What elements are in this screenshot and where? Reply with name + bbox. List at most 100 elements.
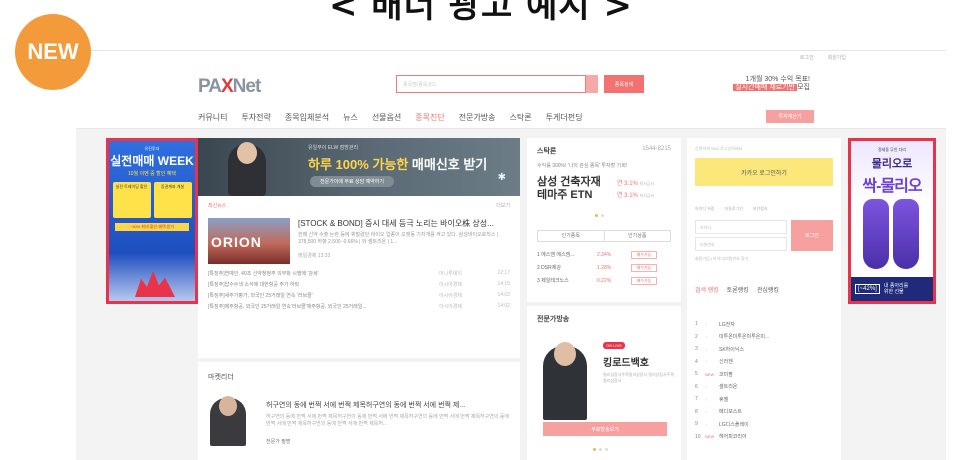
live-badge: ON LIVE — [603, 342, 625, 349]
tab-discussion-ranking[interactable]: 토론랭킹 — [727, 285, 749, 294]
id-field[interactable]: 아이디 — [695, 220, 787, 234]
section-title: 마켓리더 — [208, 374, 234, 381]
ranking-item[interactable]: 8 ↑ 메디포스트 — [695, 406, 833, 419]
login-button[interactable]: 로그인 — [791, 220, 833, 251]
hero-banner[interactable]: 유일무이 ELW 점방관리 하루 100% 가능한 매매신호 받기 전문가이에 … — [198, 138, 520, 196]
hero-button[interactable]: 전문가이에 무료 상담 예약하기 — [310, 176, 394, 187]
auto-login-checkbox[interactable]: 자동로그인 — [725, 206, 743, 212]
stock-tabs: 인기종목 인기상품 — [537, 230, 671, 242]
column-author: 전문가 필명 — [266, 439, 291, 445]
ranking-item[interactable]: 1 ↑ LG전자 — [695, 318, 833, 331]
rank-stock-name[interactable]: 신라젠 — [719, 358, 833, 365]
rank-stock-name[interactable]: 코미팜 — [719, 371, 833, 378]
password-field[interactable]: 비밀번호 — [695, 237, 787, 251]
news-row[interactable]: [특징주]연예인, 40조 신약청정주 의무화 시행에 '강세' 머니투데이 12:… — [208, 270, 510, 281]
save-id-checkbox[interactable]: 아이디 저장 — [695, 206, 715, 212]
ranking-item[interactable]: 10 NEW 헤어피코리아 — [695, 431, 833, 444]
stock-status-badge[interactable]: 매수가능 — [631, 276, 657, 285]
news-row[interactable]: [특징주]압수수색 소식에 대한항공 주가 하락 아시아경제 14:15 — [208, 281, 510, 292]
tab-interest-ranking[interactable]: 관심랭킹 — [757, 285, 779, 294]
news-row-title[interactable]: [특징주]압수수색 소식에 대한항공 주가 하락 — [208, 281, 426, 292]
tab-popular-stocks[interactable]: 인기종목 — [538, 231, 605, 241]
column-desc: 허구연의 동에 번쩍 서에 번쩍 제목허구연의 동에 번쩍 서에 번쩍 제목허구… — [266, 414, 510, 427]
rank-number: 6 — [695, 383, 698, 390]
panel-title: 스탁론 — [537, 148, 557, 155]
stock-name[interactable]: 2 DSR제강 — [537, 264, 597, 271]
rank-stock-name[interactable]: SK하이닉스 — [719, 346, 833, 353]
phone-number: 1544-8215 — [642, 146, 671, 152]
ad-left-brand: 유진투자 — [144, 146, 160, 151]
stock-status-badge[interactable]: 매수가능 — [631, 250, 657, 259]
news-more-link[interactable]: 더보기 — [496, 202, 510, 209]
ranking-item[interactable]: 3 ↑ SK하이닉스 — [695, 343, 833, 356]
rank-stock-name[interactable]: LG디스플레이 — [719, 421, 833, 428]
thumbnail-text: ORION — [211, 234, 262, 250]
stock-note: 수익률 300%! '나의 관심 종목' 투자할 기회! — [537, 163, 628, 169]
join-links[interactable]: 회원가입 | 아이디/비밀번호 찾기 — [695, 256, 748, 262]
stock-name[interactable]: 1 에스엠 에스엠... — [537, 251, 597, 258]
carousel-dots[interactable] — [595, 214, 604, 217]
rank-change-icon: ↑ — [705, 334, 707, 340]
ranking-list: 1 ↑ LG전자 2 ↑ 미투온미투온미투온미... 3 ↑ SK하이닉스 4 ↑ 신라젠 5 NEW 코미… — [687, 312, 841, 460]
broadcaster-name[interactable]: 킹로드백호 — [603, 354, 649, 369]
rank-stock-name[interactable]: LG전자 — [719, 321, 833, 328]
stock-list-item[interactable]: 2 DSR제강 1.28% 매수가능 — [537, 261, 671, 274]
featured-headline[interactable]: [STOCK & BOND] 증시 대세 등극 노리는 바이오株 상성... — [298, 218, 494, 229]
stock-rate: 0.22% — [597, 277, 612, 284]
login-note: 간편하게 SNS 로그인하세요 — [695, 146, 743, 151]
column-headline[interactable]: 허구연의 동에 번쩍 서에 번쩍 제목허구연의 동에 번쩍 서에 번쩍 제... — [266, 400, 465, 410]
stock-status-badge[interactable]: 매수가능 — [631, 263, 657, 272]
secure-login-checkbox[interactable]: 보안접속 — [753, 206, 768, 212]
stock-list-item[interactable]: 1 에스엠 에스엠... 2.34% 매수가능 — [537, 248, 671, 261]
left-banner-ad[interactable]: 유진투자 실전매매 WEEK 10월 이벤 중 할인 혜택 실전 트레이딩 할인… — [106, 138, 198, 304]
ranking-item[interactable]: 2 ↑ 미투온미투온미투온미... — [695, 331, 833, 344]
rank-stock-name[interactable]: 미투온미투온미투온미... — [719, 333, 833, 340]
market-leader-section: 마켓리더 허구연의 동에 번쩍 서에 번쩍 제목허구연의 동에 번쩍 서에 번쩍… — [198, 362, 520, 460]
news-row-title[interactable]: [특징주]제주항공, 외국인 25거래일 연속'러브콜'제주항공, 외국인 25… — [208, 303, 426, 314]
ad-left-title: 실전매매 WEEK — [110, 154, 194, 168]
login-panel: 간편하게 SNS 로그인하세요 카카오 로그인하기 아이디 저장 자동로그인 보… — [687, 138, 841, 338]
rank-number: 1 — [695, 321, 698, 328]
ranking-item[interactable]: 7 ↑ 휴젤 — [695, 393, 833, 406]
hero-title: 하루 100% 가능한 매매신호 받기 — [308, 154, 487, 173]
hero-subtitle: 유일무이 ELW 점방관리 — [308, 145, 359, 151]
stock-name[interactable]: 3 제일테크노스 — [537, 277, 597, 284]
kakao-login-button[interactable]: 카카오 로그인하기 — [695, 158, 833, 186]
ranking-item[interactable]: 5 NEW 코미팜 — [695, 368, 833, 381]
carousel-dots[interactable] — [593, 448, 608, 451]
stock-list-item[interactable]: 3 제일테크노스 0.22% 매수가능 — [537, 274, 671, 287]
rank-number: 5 — [695, 371, 698, 378]
tab-popular-products[interactable]: 인기상품 — [605, 231, 671, 241]
rank-stock-name[interactable]: 셀트리온 — [719, 383, 833, 390]
ad-left-banner: ~30% 최대 할인 혜택 받기 — [115, 223, 189, 231]
ranking-item[interactable]: 9 ↑ LG디스플레이 — [695, 418, 833, 431]
news-row-source: 머니투데이 — [439, 271, 463, 277]
rank-stock-name[interactable]: 메디포스트 — [719, 408, 833, 415]
expert-photo — [210, 396, 246, 446]
rank-stock-name[interactable]: 헤어피코리아 — [719, 433, 833, 440]
ad-right-line1: 정세동 무인 다리 — [878, 147, 906, 152]
rank-stock-name[interactable]: 휴젤 — [719, 396, 833, 403]
news-row-title[interactable]: [특징주]새주가평가, 외국인 25거래일 연속 '러브콜' — [208, 292, 426, 303]
watch-button[interactable]: 무료방송보기 — [543, 422, 667, 436]
tab-search-ranking[interactable]: 검색 랭킹 — [695, 285, 719, 294]
tab-latest-news[interactable]: 최신뉴스 — [208, 202, 226, 209]
news-row[interactable]: [특징주]새주가평가, 외국인 25거래일 연속 '러브콜' 아시아경제 14:02 — [208, 292, 510, 303]
news-row-time: 14:02 — [497, 292, 510, 298]
right-banner-ad[interactable]: 정세동 무인 다리 물리오로 싹-물리오 [~42%] 내 종아리를 위한 선물 — [848, 138, 936, 304]
news-list: [특징주]연예인, 40조 신약청정주 의무화 시행에 '강세' 머니투데이 12:… — [198, 264, 520, 314]
ranking-item[interactable]: 4 ↑ 신라젠 — [695, 356, 833, 369]
rank-change-icon: ↑ — [705, 359, 707, 365]
broadcast-panel: 전문가방송 ON LIVE 킹로드백호 릴리상장사주목릴리상장사 릴리상장사주목… — [527, 306, 681, 460]
news-row[interactable]: [특징주]제주항공, 외국인 25거래일 연속'러브콜'제주항공, 외국인 25… — [208, 303, 510, 314]
news-row-title[interactable]: [특징주]연예인, 40조 신약청정주 의무화 시행에 '강세' — [208, 270, 426, 281]
product-name[interactable]: 삼성 건축자재 테마주 ETN — [537, 176, 607, 202]
news-row-source: 아시아경제 — [439, 282, 463, 288]
rank-change-icon: ↓ — [705, 384, 707, 390]
rate-value: 연 3.1% — [617, 181, 638, 187]
ranking-item[interactable]: 6 ↓ 셀트리온 — [695, 381, 833, 394]
broadcaster-desc: 릴리상장사주목릴리상장사 릴리상장사주목릴리상장사 — [603, 372, 675, 383]
featured-news[interactable]: ORION [STOCK & BOND] 증시 대세 등극 노리는 바이오株 상… — [198, 214, 520, 264]
news-row-time: 14:15 — [497, 281, 510, 287]
ad-left-card: 실전 트레이딩 할인 — [112, 182, 151, 218]
